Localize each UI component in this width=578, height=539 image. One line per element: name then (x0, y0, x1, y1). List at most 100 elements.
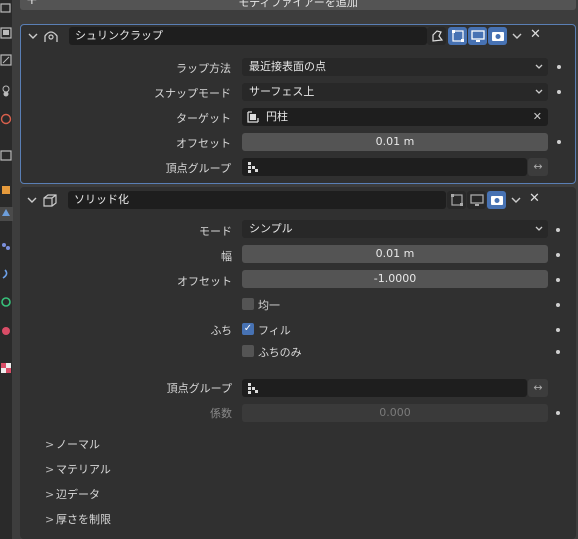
keyframe-dot[interactable] (556, 228, 560, 232)
rim-label: ふち (210, 324, 232, 337)
snap-mode-dropdown[interactable]: サーフェス上 (242, 83, 548, 101)
chevron-right-icon: > (45, 438, 55, 451)
even-thickness-label: 均一 (258, 299, 280, 312)
fill-rim-label: フィル (258, 324, 291, 337)
add-modifier-label: モディファイアーを追加 (238, 0, 358, 9)
subpanel-label: 厚さを制限 (56, 513, 111, 526)
chevron-right-icon: > (45, 463, 55, 476)
edit-mode-icon (451, 30, 464, 42)
vertex-group-icon (248, 383, 258, 394)
target-value: 円柱 (266, 110, 288, 123)
modifier-tab-icon[interactable] (0, 207, 13, 221)
keyframe-dot[interactable] (556, 411, 560, 415)
camera-icon (490, 196, 503, 205)
snap-mode-label: スナップモード (154, 87, 231, 100)
keyframe-dot[interactable] (557, 140, 561, 144)
collapse-chevron-icon[interactable] (27, 31, 39, 41)
keyframe-dot[interactable] (557, 65, 561, 69)
keyframe-dot[interactable] (557, 90, 561, 94)
constraints-tab-icon[interactable] (0, 296, 12, 310)
texture-tab-icon[interactable] (0, 362, 12, 376)
render-toggle[interactable] (488, 27, 507, 45)
subpanel-thickness-clamp[interactable]: > 厚さを制限 (45, 511, 111, 527)
vertex-group-icon (248, 162, 258, 173)
subpanel-materials[interactable]: > マテリアル (45, 461, 111, 477)
target-label: ターゲット (176, 112, 231, 125)
solidify-modifier-icon (43, 194, 57, 207)
close-icon[interactable]: ✕ (530, 27, 541, 42)
swap-arrows-icon: ↔ (533, 381, 543, 394)
thickness-field[interactable]: 0.01 m (242, 245, 548, 263)
object-tab-icon[interactable] (0, 184, 12, 198)
dropdown-chevron-icon[interactable] (511, 31, 523, 41)
dropdown-chevron-icon[interactable] (510, 195, 522, 205)
physics-tab-icon[interactable] (0, 268, 12, 282)
keyframe-dot[interactable] (556, 278, 560, 282)
world-tab-icon[interactable] (0, 149, 12, 163)
realtime-toggle[interactable] (468, 27, 487, 45)
realtime-toggle[interactable] (467, 191, 486, 209)
target-field[interactable]: 円柱 ✕ (242, 108, 548, 126)
vertex-group-field[interactable] (242, 158, 527, 176)
offset-label: オフセット (176, 137, 231, 150)
chevron-down-icon (535, 89, 543, 94)
subpanel-normals[interactable]: > ノーマル (45, 436, 100, 452)
keyframe-dot[interactable] (556, 328, 560, 332)
even-thickness-checkbox[interactable] (242, 298, 254, 310)
wrap-method-value: 最近接表面の点 (249, 60, 326, 73)
offset-label: オフセット (177, 275, 232, 288)
chevron-right-icon: > (45, 488, 55, 501)
snap-mode-value: サーフェス上 (249, 85, 315, 98)
vertex-group-label: 頂点グループ (166, 382, 232, 395)
factor-label: 係数 (210, 407, 232, 420)
mode-value: シンプル (249, 222, 293, 235)
offset-field[interactable]: 0.01 m (242, 133, 548, 151)
add-modifier-button[interactable]: + モディファイアーを追加 (20, 0, 576, 10)
tool-tab-icon[interactable] (0, 2, 12, 16)
subpanel-edge-data[interactable]: > 辺データ (45, 486, 100, 502)
mesh-object-icon (247, 111, 259, 123)
edit-mode-toggle[interactable] (448, 27, 467, 45)
keyframe-dot[interactable] (556, 253, 560, 257)
scene-tab-icon[interactable] (0, 113, 12, 127)
solidify-modifier-panel: ソリッド化 ✕ モード シンプル 幅 0.01 m オフセット -1.0000 … (20, 187, 576, 539)
thickness-label: 幅 (221, 250, 232, 263)
offset-field[interactable]: -1.0000 (242, 270, 548, 288)
invert-vertex-group-button[interactable]: ↔ (528, 379, 548, 397)
modifier-name-field[interactable]: シュリンクラップ (69, 27, 427, 45)
invert-vertex-group-button[interactable]: ↔ (528, 158, 548, 176)
wrap-method-label: ラップ方法 (176, 62, 231, 75)
edit-mode-icon (450, 194, 463, 206)
wrap-method-dropdown[interactable]: 最近接表面の点 (242, 58, 548, 76)
monitor-icon (470, 30, 485, 42)
output-tab-icon[interactable] (0, 54, 12, 68)
keyframe-dot[interactable] (556, 350, 560, 354)
data-tab-icon[interactable] (0, 325, 12, 339)
vertex-group-field[interactable] (242, 379, 527, 397)
shrinkwrap-modifier-panel: シュリンクラップ ✕ ラップ方法 最近接表面の点 スナップモード サーフェス上 … (20, 24, 576, 184)
view-layer-tab-icon[interactable] (0, 85, 12, 99)
chevron-down-icon (535, 226, 543, 231)
subpanel-label: 辺データ (56, 488, 100, 501)
edit-mode-toggle[interactable] (447, 191, 466, 209)
vertex-group-label: 頂点グループ (165, 162, 231, 175)
mode-dropdown[interactable]: シンプル (242, 220, 548, 238)
close-icon[interactable]: ✕ (529, 191, 540, 206)
mode-label: モード (199, 225, 232, 238)
on-cage-toggle[interactable] (427, 27, 446, 45)
render-tab-icon[interactable] (0, 27, 12, 41)
render-toggle[interactable] (487, 191, 506, 209)
monitor-icon (469, 194, 484, 206)
rim-only-checkbox[interactable] (242, 345, 254, 357)
keyframe-dot[interactable] (556, 303, 560, 307)
modifier-name-field[interactable]: ソリッド化 (68, 191, 446, 209)
collapse-chevron-icon[interactable] (26, 195, 38, 205)
clear-icon[interactable]: ✕ (533, 108, 542, 126)
properties-tab-strip (0, 0, 13, 539)
rim-only-label: ふちのみ (258, 346, 302, 359)
subpanel-label: ノーマル (56, 438, 100, 451)
camera-icon (491, 32, 504, 41)
fill-rim-checkbox[interactable]: ✓ (242, 323, 254, 335)
particles-tab-icon[interactable] (0, 240, 12, 254)
factor-field[interactable]: 0.000 (242, 404, 548, 422)
